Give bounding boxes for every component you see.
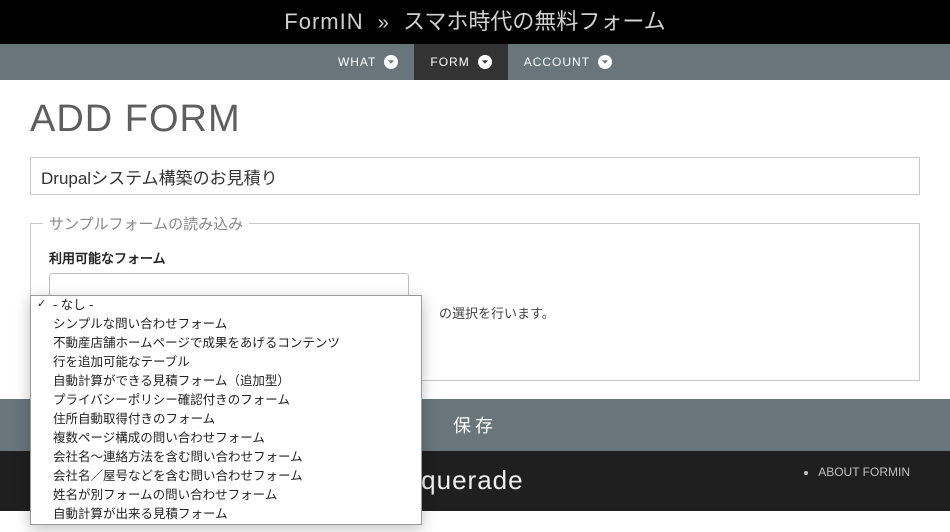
help-text: の選択を行います。 bbox=[439, 303, 901, 322]
dropdown-option[interactable]: 住所自動取得付きのフォーム bbox=[31, 410, 421, 429]
dropdown-option[interactable]: 姓名が別フォームの問い合わせフォーム bbox=[31, 486, 421, 505]
nav-label: WHAT bbox=[338, 55, 376, 69]
footer-link-about[interactable]: ABOUT FORMIN bbox=[818, 465, 910, 479]
dropdown-option[interactable]: 行を追加可能なテーブル bbox=[31, 353, 421, 372]
dropdown-option[interactable]: 会社名／屋号などを含む問い合わせフォーム bbox=[31, 467, 421, 486]
available-forms-dropdown[interactable]: - なし -シンプルな問い合わせフォーム不動産店舗ホームページで成果をあげるコン… bbox=[30, 295, 422, 525]
dropdown-option[interactable]: 複数ページ構成の問い合わせフォーム bbox=[31, 429, 421, 448]
nav-label: FORM bbox=[430, 55, 469, 69]
raquo-icon: » bbox=[378, 12, 389, 34]
dropdown-option[interactable]: シンプルな問い合わせフォーム bbox=[31, 315, 421, 334]
top-banner: FormIN » スマホ時代の無料フォーム bbox=[0, 0, 950, 44]
dropdown-option[interactable]: 不動産店舗ホームページで成果をあげるコンテンツ bbox=[31, 334, 421, 353]
chevron-down-icon bbox=[478, 55, 492, 69]
save-button[interactable]: 保存 bbox=[453, 412, 497, 438]
chevron-down-icon bbox=[598, 55, 612, 69]
brand-tagline: スマホ時代の無料フォーム bbox=[403, 9, 666, 34]
dropdown-option[interactable]: プライバシーポリシー確認付きのフォーム bbox=[31, 391, 421, 410]
nav-label: ACCOUNT bbox=[524, 55, 590, 69]
fieldset-legend: サンプルフォームの読み込み bbox=[43, 213, 249, 234]
dropdown-option[interactable]: 自動計算ができる見積フォーム（追加型） bbox=[31, 372, 421, 391]
brand-name[interactable]: FormIN bbox=[284, 9, 363, 34]
nav-item-account[interactable]: ACCOUNT bbox=[508, 44, 628, 80]
footer-right-links: ABOUT FORMIN bbox=[818, 465, 910, 479]
main-nav: WHAT FORM ACCOUNT bbox=[0, 44, 950, 80]
dropdown-option[interactable]: 会社名〜連絡方法を含む問い合わせフォーム bbox=[31, 448, 421, 467]
nav-item-form[interactable]: FORM bbox=[414, 44, 507, 80]
chevron-down-icon bbox=[384, 55, 398, 69]
form-title-input[interactable] bbox=[30, 157, 920, 195]
nav-item-what[interactable]: WHAT bbox=[322, 44, 414, 80]
page-title: ADD FORM bbox=[30, 98, 920, 141]
available-forms-label: 利用可能なフォーム bbox=[49, 248, 901, 267]
dropdown-option[interactable]: 自動計算が出来る見積フォーム bbox=[31, 505, 421, 524]
dropdown-option[interactable]: - なし - bbox=[31, 296, 421, 315]
